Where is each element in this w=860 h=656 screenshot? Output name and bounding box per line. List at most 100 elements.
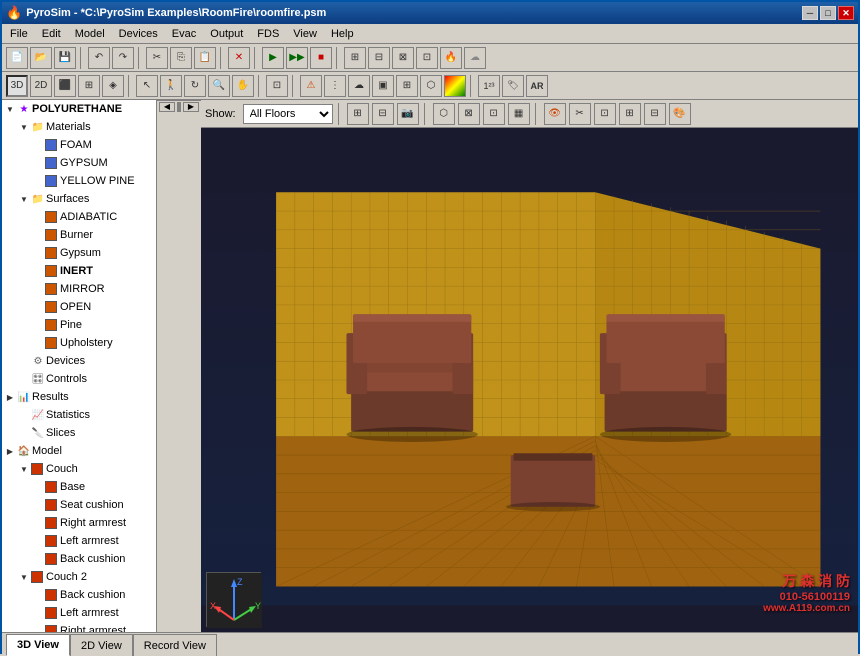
new-button[interactable]: 📄 <box>6 47 28 69</box>
particles-btn[interactable]: ⋮ <box>324 75 346 97</box>
ar-btn[interactable]: AR <box>526 75 548 97</box>
tree-item-adiabatic[interactable]: ADIABATIC <box>2 208 156 226</box>
undo-button[interactable]: ↶ <box>88 47 110 69</box>
menu-model[interactable]: Model <box>69 26 111 42</box>
smoke2-btn[interactable]: ☁ <box>348 75 370 97</box>
menu-fds[interactable]: FDS <box>251 26 285 42</box>
persp-btn[interactable]: ◈ <box>102 75 124 97</box>
tree-item-statistics[interactable]: 📈Statistics <box>2 406 156 424</box>
scrollbar-track[interactable] <box>177 102 181 112</box>
minimize-button[interactable]: ─ <box>802 6 818 20</box>
save-button[interactable]: 💾 <box>54 47 76 69</box>
top-btn[interactable]: ⊠ <box>458 103 480 125</box>
run-button[interactable]: ▶ <box>262 47 284 69</box>
geometry-btn[interactable]: ⬡ <box>420 75 442 97</box>
scroll-right[interactable]: ▶ <box>183 102 199 112</box>
tree-item-foam[interactable]: FOAM <box>2 136 156 154</box>
tree-item-surfaces[interactable]: ▼📁Surfaces <box>2 190 156 208</box>
fire2-btn[interactable]: ⚠ <box>300 75 322 97</box>
smoke-button[interactable]: ☁ <box>464 47 486 69</box>
tree-item-controls[interactable]: 🎛Controls <box>2 370 156 388</box>
open-button[interactable]: 📂 <box>30 47 52 69</box>
clip3-btn[interactable]: ⊞ <box>619 103 641 125</box>
fit-btn[interactable]: ⊡ <box>266 75 288 97</box>
zoom-btn[interactable]: 🔍 <box>208 75 230 97</box>
menu-output[interactable]: Output <box>204 26 249 42</box>
mesh3-btn[interactable]: ⊞ <box>396 75 418 97</box>
tree-panel[interactable]: ▼★POLYURETHANE▼📁MaterialsFOAMGYPSUMYELLO… <box>2 100 157 632</box>
tree-item-rarm2[interactable]: Right armrest <box>2 622 156 632</box>
menu-file[interactable]: File <box>4 26 34 42</box>
tree-item-model[interactable]: ▶🏠Model <box>2 442 156 460</box>
tree-item-results[interactable]: ▶📊Results <box>2 388 156 406</box>
viewport[interactable]: Z Y X 万 森 消 防 010-56100119 www.A119.com.… <box>201 128 858 632</box>
tree-item-gypsum2[interactable]: Gypsum <box>2 244 156 262</box>
tab-3d-view[interactable]: 3D View <box>6 634 70 656</box>
tree-item-rarm1[interactable]: Right armrest <box>2 514 156 532</box>
tree-item-open[interactable]: OPEN <box>2 298 156 316</box>
scroll-left[interactable]: ◀ <box>159 102 175 112</box>
tree-item-larm2[interactable]: Left armrest <box>2 604 156 622</box>
close-button[interactable]: ✕ <box>838 6 854 20</box>
tree-item-gypsum[interactable]: GYPSUM <box>2 154 156 172</box>
tree-item-couch2[interactable]: ▼Couch 2 <box>2 568 156 586</box>
tree-item-couch1[interactable]: ▼Couch <box>2 460 156 478</box>
tree-item-base1[interactable]: Base <box>2 478 156 496</box>
tree-item-burner[interactable]: Burner <box>2 226 156 244</box>
scrollbar-thumb[interactable] <box>178 103 180 111</box>
clip4-btn[interactable]: ⊟ <box>644 103 666 125</box>
stop-button[interactable]: ■ <box>310 47 332 69</box>
palette-btn[interactable]: 🎨 <box>669 103 691 125</box>
floors2-btn[interactable]: ⊟ <box>372 103 394 125</box>
front-btn[interactable]: ⊡ <box>483 103 505 125</box>
show-floors-select[interactable]: All Floors Floor 1 <box>243 104 333 124</box>
menu-help[interactable]: Help <box>325 26 360 42</box>
tree-item-mirror[interactable]: MIRROR <box>2 280 156 298</box>
rotate-btn[interactable]: ↻ <box>184 75 206 97</box>
menu-view[interactable]: View <box>287 26 323 42</box>
iso-btn[interactable]: ⬡ <box>433 103 455 125</box>
select-btn[interactable]: ↖ <box>136 75 158 97</box>
cut-button[interactable]: ✂ <box>146 47 168 69</box>
tree-item-upholstery[interactable]: Upholstery <box>2 334 156 352</box>
render-btn[interactable]: ⬛ <box>54 75 76 97</box>
paste-button[interactable]: 📋 <box>194 47 216 69</box>
fire-button[interactable]: 🔥 <box>440 47 462 69</box>
surface-btn[interactable]: ▣ <box>372 75 394 97</box>
tree-item-pine[interactable]: Pine <box>2 316 156 334</box>
tree-item-polyurethane[interactable]: ▼★POLYURETHANE <box>2 100 156 118</box>
mesh-button[interactable]: ⊞ <box>344 47 366 69</box>
num-btn[interactable]: 1²³ <box>478 75 500 97</box>
vis-btn[interactable]: 👁 <box>544 103 566 125</box>
clip2-btn[interactable]: ⊡ <box>594 103 616 125</box>
ortho-btn[interactable]: ⊞ <box>78 75 100 97</box>
tab-record-view[interactable]: Record View <box>133 634 217 656</box>
menu-evac[interactable]: Evac <box>166 26 202 42</box>
run2-button[interactable]: ▶▶ <box>286 47 308 69</box>
restore-button[interactable]: □ <box>820 6 836 20</box>
floors-btn[interactable]: ⊞ <box>347 103 369 125</box>
side-btn[interactable]: ▦ <box>508 103 530 125</box>
mesh2-button[interactable]: ⊟ <box>368 47 390 69</box>
photo-btn[interactable]: 📷 <box>397 103 419 125</box>
walk-btn[interactable]: 🚶 <box>160 75 182 97</box>
copy-button[interactable]: ⎘ <box>170 47 192 69</box>
snap-button[interactable]: ⊠ <box>392 47 414 69</box>
tree-item-slices[interactable]: 🔪Slices <box>2 424 156 442</box>
tree-scrollbar[interactable]: ◀▶ <box>157 100 201 112</box>
view3d-btn[interactable]: 3D <box>6 75 28 97</box>
redo-button[interactable]: ↷ <box>112 47 134 69</box>
tree-item-materials[interactable]: ▼📁Materials <box>2 118 156 136</box>
clip-btn[interactable]: ✂ <box>569 103 591 125</box>
grid-button[interactable]: ⊡ <box>416 47 438 69</box>
tree-item-inert[interactable]: INERT <box>2 262 156 280</box>
label-btn[interactable]: 🏷 <box>502 75 524 97</box>
pan-btn[interactable]: ✋ <box>232 75 254 97</box>
menu-edit[interactable]: Edit <box>36 26 67 42</box>
tree-item-yellowpine[interactable]: YELLOW PINE <box>2 172 156 190</box>
tree-item-back2[interactable]: Back cushion <box>2 586 156 604</box>
tree-item-seat1[interactable]: Seat cushion <box>2 496 156 514</box>
tab-2d-view[interactable]: 2D View <box>70 634 133 656</box>
tree-item-back1[interactable]: Back cushion <box>2 550 156 568</box>
tree-item-larm1[interactable]: Left armrest <box>2 532 156 550</box>
